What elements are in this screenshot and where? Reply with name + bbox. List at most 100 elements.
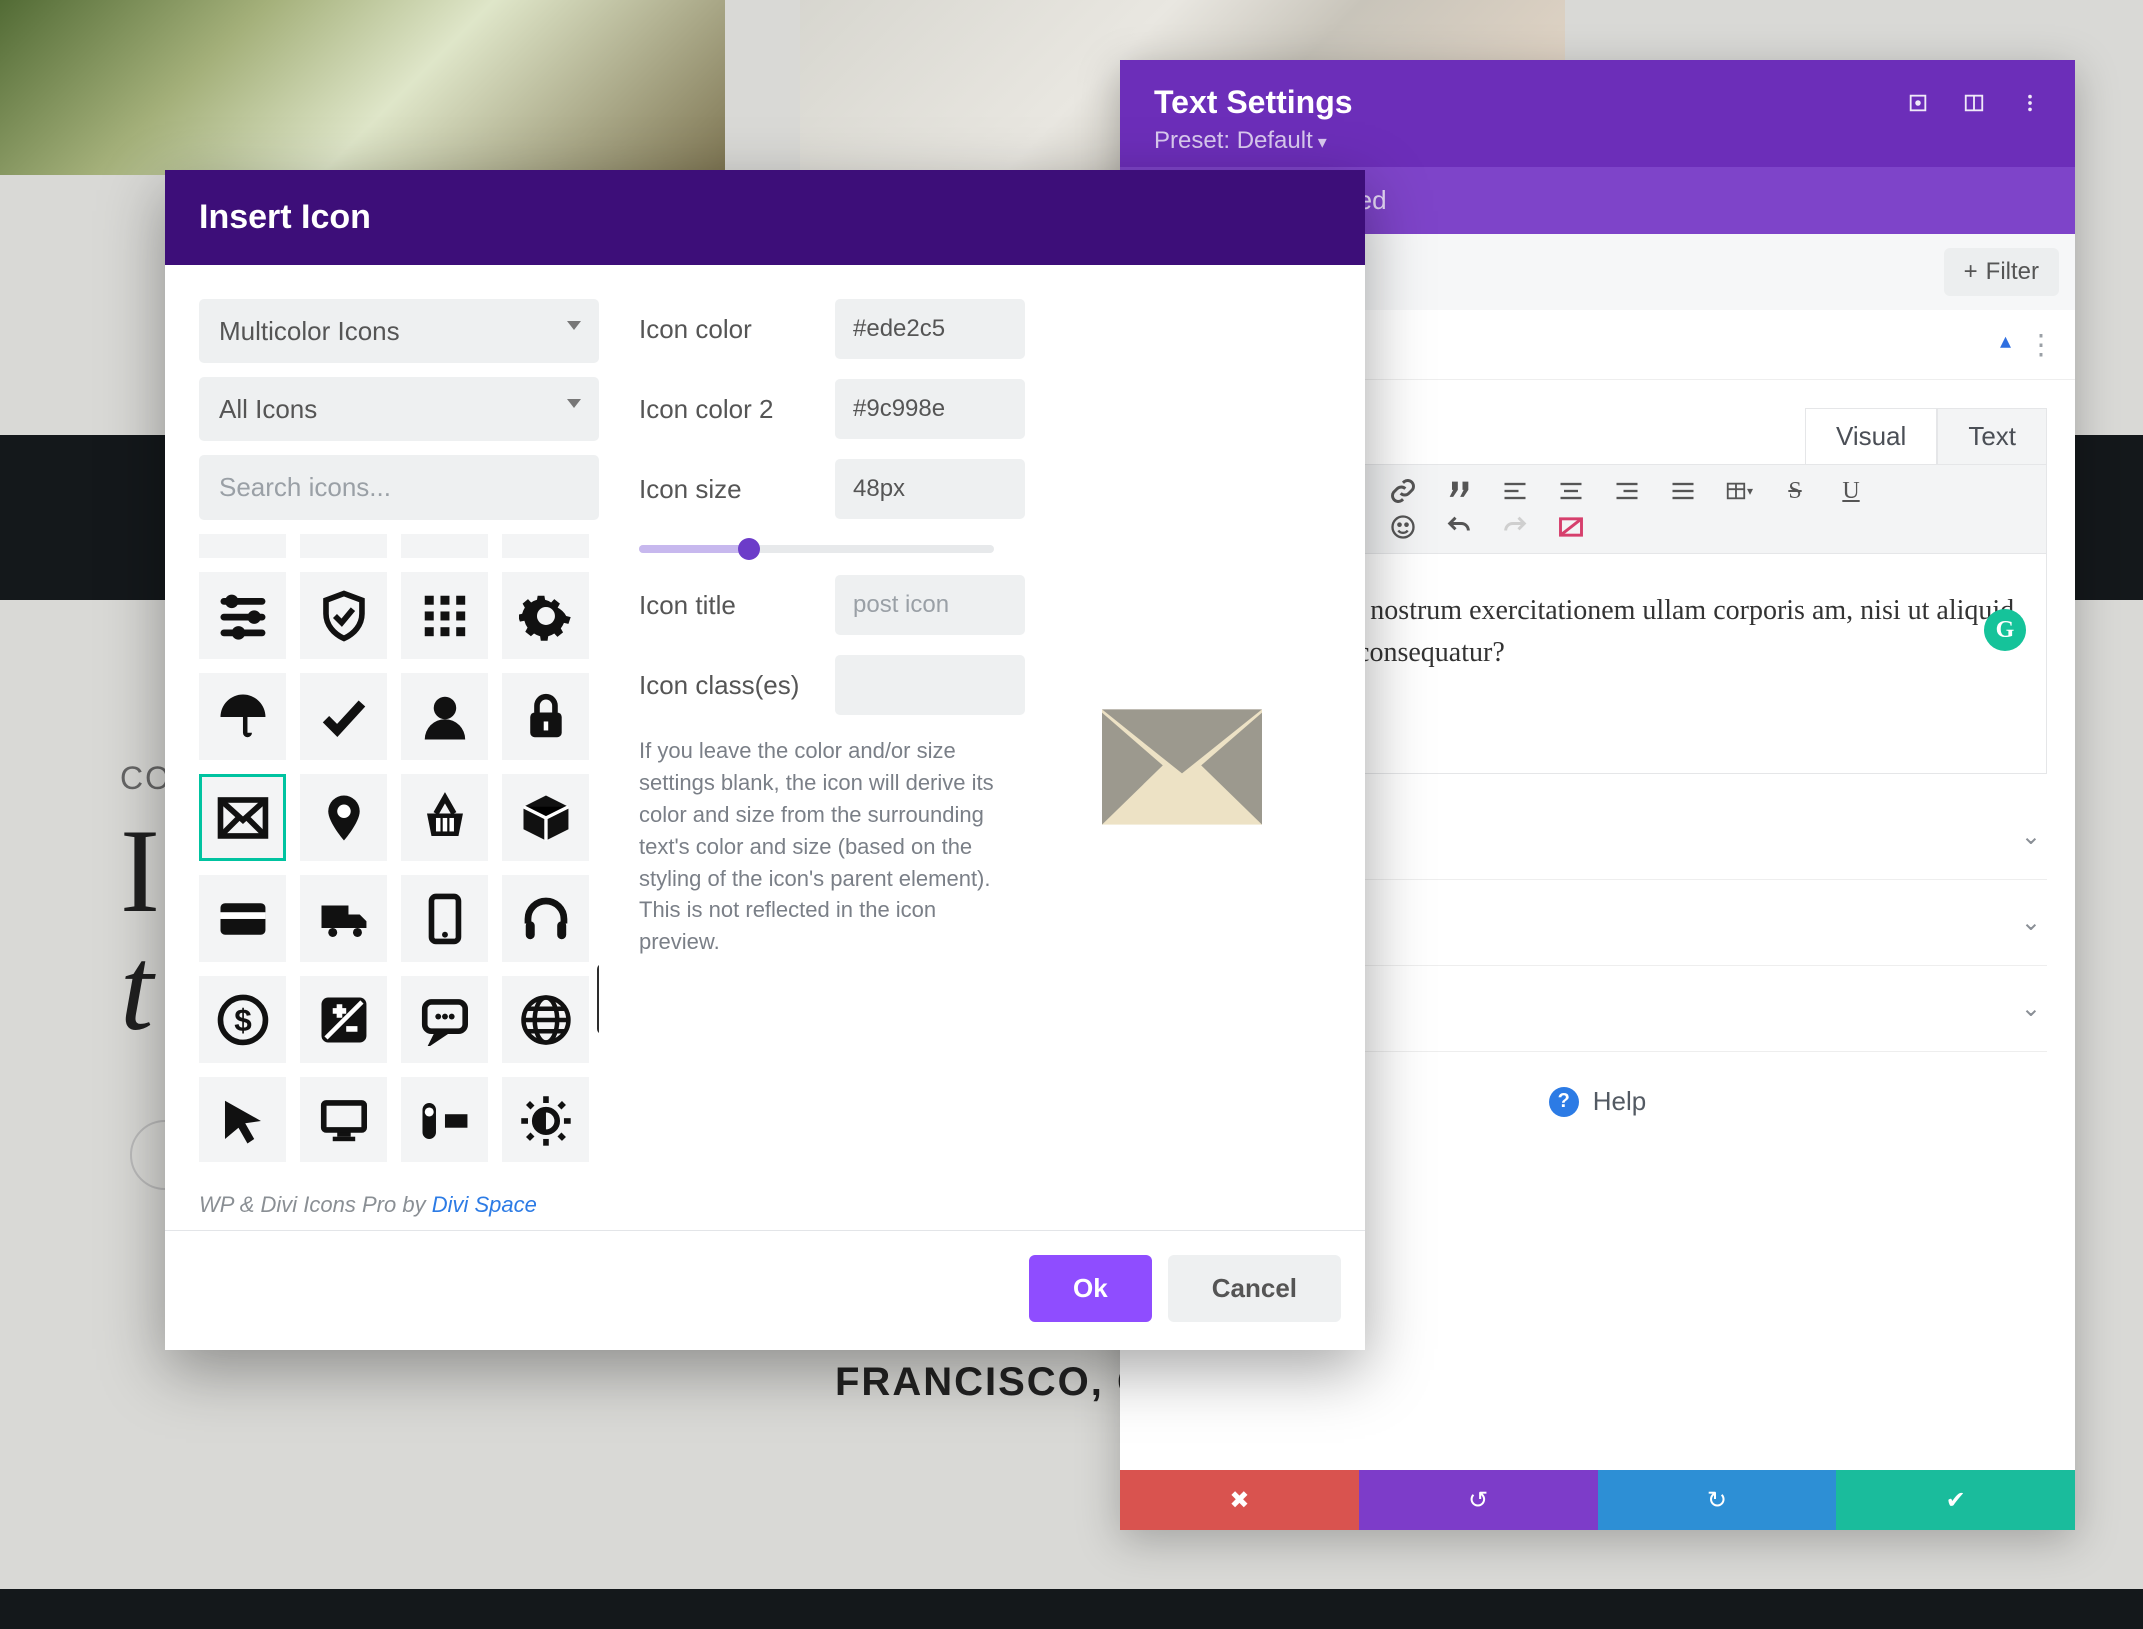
box-icon[interactable] [502,774,589,861]
footer-undo-button[interactable]: ↺ [1359,1470,1598,1530]
bg-photo-left [0,0,725,175]
editor-tab-visual[interactable]: Visual [1805,408,1937,464]
table-icon[interactable]: ▾ [1725,477,1753,505]
credit-link[interactable]: Divi Space [432,1192,537,1217]
plus-icon: + [1964,258,1978,286]
icon-style-select[interactable]: Multicolor Icons [199,299,599,363]
grammarly-badge[interactable]: G [1984,609,2026,651]
monitor-icon[interactable] [300,1077,387,1162]
credit-prefix: WP & Divi Icons Pro by [199,1192,432,1217]
cancel-button[interactable]: Cancel [1168,1255,1341,1322]
map-pin-icon[interactable] [300,774,387,861]
preset-dropdown[interactable]: Preset: Default [1154,127,2041,155]
text-settings-header: Text Settings Preset: Default [1120,60,2075,167]
collapse-up-icon[interactable]: ▴ [2000,328,2011,361]
umbrella-icon[interactable] [199,673,286,760]
align-left-icon[interactable] [1501,477,1529,505]
close-icon: ✖ [1229,1486,1249,1515]
icon-cell-partial[interactable] [199,534,286,558]
filter-label: Filter [1986,258,2039,286]
toggle-icon[interactable] [401,1077,488,1162]
chevron-down-icon: ⌄ [2021,822,2041,851]
icon-size-input[interactable] [835,459,1025,519]
globe-icon[interactable] [502,976,589,1063]
shield-check-icon[interactable] [300,572,387,659]
link-icon[interactable] [1389,477,1417,505]
icon-class-input[interactable] [835,655,1025,715]
icon-class-label: Icon class(es) [639,670,809,701]
redo-icon[interactable] [1501,513,1529,541]
quote-icon[interactable] [1445,477,1473,505]
speech-icon[interactable] [401,976,488,1063]
icon-color2-input[interactable] [835,379,1025,439]
brightness-icon[interactable] [502,1077,589,1162]
tablet-icon[interactable] [401,875,488,962]
help-icon: ? [1549,1087,1579,1117]
icon-size-label: Icon size [639,474,809,505]
cursor-icon[interactable] [199,1077,286,1162]
undo-icon: ↺ [1468,1486,1488,1515]
lock-icon[interactable] [502,673,589,760]
basket-icon[interactable] [401,774,488,861]
icon-cell-partial[interactable] [300,534,387,558]
plusminus-icon[interactable] [300,976,387,1063]
text-settings-title: Text Settings [1154,84,1353,121]
chevron-down-icon: ⌄ [2021,908,2041,937]
filter-button[interactable]: + Filter [1944,248,2059,296]
icon-category-select[interactable]: All Icons [199,377,599,441]
icon-cell-partial[interactable] [401,534,488,558]
insert-icon-modal: Insert Icon Multicolor Icons All Icons [165,170,1365,1350]
footer-redo-button[interactable]: ↻ [1598,1470,1837,1530]
emoji-icon[interactable] [1389,513,1417,541]
user-icon[interactable] [401,673,488,760]
icon-size-slider[interactable] [639,545,994,553]
dollar-circle-icon[interactable] [199,976,286,1063]
icon-color-label: Icon color [639,314,809,345]
align-justify-icon[interactable] [1669,477,1697,505]
check-icon: ✔ [1946,1486,1966,1515]
more-options-icon[interactable] [2019,92,2041,114]
credit-card-icon[interactable] [199,875,286,962]
footer-confirm-button[interactable]: ✔ [1836,1470,2075,1530]
slider-knob[interactable] [738,538,760,560]
ok-button[interactable]: Ok [1029,1255,1152,1322]
sliders-icon[interactable] [199,572,286,659]
chevron-down-icon: ⌄ [2021,994,2041,1023]
fullscreen-icon[interactable] [1907,92,1929,114]
icon-preview [1102,708,1262,833]
icon-cell-partial[interactable] [502,534,589,558]
insert-icon-credit: WP & Divi Icons Pro by Divi Space [165,1182,1365,1230]
underline-icon[interactable]: U [1837,477,1865,505]
undo-icon[interactable] [1445,513,1473,541]
insert-icon-right-column: Icon color Icon color 2 Icon size Icon t… [639,299,1325,1162]
insert-icon-left-column: Multicolor Icons All Icons [199,299,599,1162]
truck-icon[interactable] [300,875,387,962]
insert-icon-title: Insert Icon [165,170,1365,265]
footer-cancel-button[interactable]: ✖ [1120,1470,1359,1530]
align-right-icon[interactable] [1613,477,1641,505]
bg-dark-bottom [0,1589,2143,1629]
insert-icon-body: Multicolor Icons All Icons Icon color Ic [165,265,1365,1182]
strikethrough-icon[interactable]: S [1781,477,1809,505]
icon-color-input[interactable] [835,299,1025,359]
insert-icon-button[interactable] [1557,513,1585,541]
slider-fill [639,545,746,553]
mail-icon [1102,708,1262,826]
icon-title-label: Icon title [639,590,809,621]
icon-color2-label: Icon color 2 [639,394,809,425]
headphones-icon[interactable] [502,875,589,962]
mail-icon[interactable] [199,774,286,861]
section-more-icon[interactable]: ⋮ [2027,328,2055,361]
help-label: Help [1593,1086,1646,1117]
icon-grid [199,534,599,1162]
icon-title-input[interactable] [835,575,1025,635]
split-view-icon[interactable] [1963,92,1985,114]
gear-icon[interactable] [502,572,589,659]
grid-calendar-icon[interactable] [401,572,488,659]
check-icon[interactable] [300,673,387,760]
editor-tab-text[interactable]: Text [1937,408,2047,464]
redo-icon: ↻ [1707,1486,1727,1515]
align-center-icon[interactable] [1557,477,1585,505]
icon-grid-scrollbar[interactable] [597,964,599,1034]
icon-search-input[interactable] [199,455,599,520]
